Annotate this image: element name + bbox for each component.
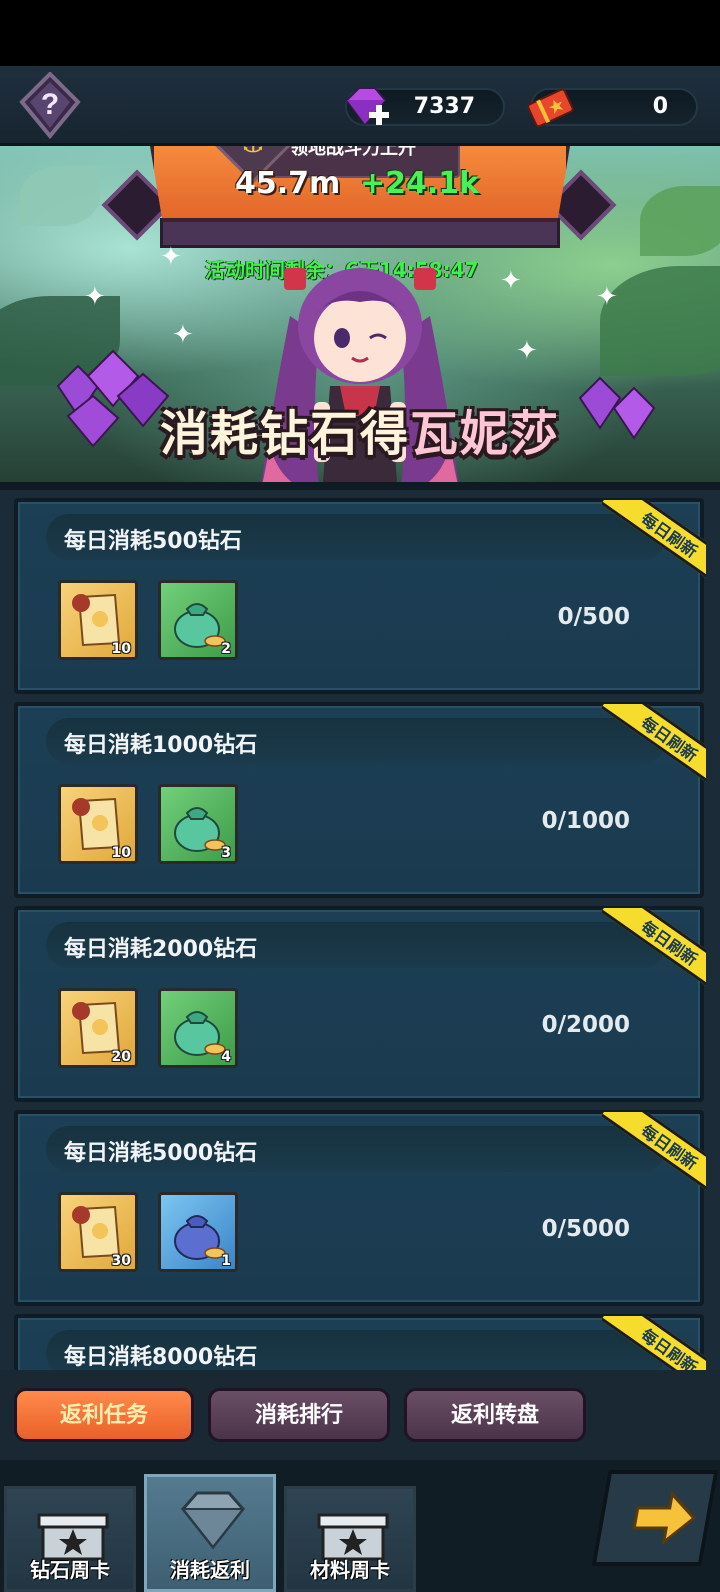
task-title: 每日消耗8000钻石 <box>64 1345 258 1370</box>
reward-count: 30 <box>111 1253 131 1269</box>
task-title: 每日消耗1000钻石 <box>64 733 258 758</box>
diamond-counter[interactable]: 7337 <box>345 87 505 126</box>
svg-text:?: ? <box>41 88 59 121</box>
reward-item-blue-bag[interactable]: 1 <box>158 1192 238 1272</box>
green-bag-icon <box>174 807 226 852</box>
daily-refresh-ribbon: 每日刷新 <box>602 500 706 582</box>
reward-item-green-bag[interactable]: 3 <box>158 784 238 864</box>
foliage-decor <box>20 166 100 226</box>
task-progress: 0/500 <box>557 604 630 630</box>
reward-item-green-bag[interactable]: 2 <box>158 580 238 660</box>
reward-count: 20 <box>111 1049 131 1065</box>
ticket-counter[interactable]: 0 <box>527 88 698 128</box>
task-title-bar: 每日消耗500钻石 <box>46 514 666 560</box>
daily-refresh-ribbon: 每日刷新 <box>602 1112 706 1194</box>
back-button[interactable] <box>591 1470 719 1566</box>
nav-label: 材料周卡 <box>310 1558 390 1582</box>
tab-rebate-tasks[interactable]: 返利任务 <box>14 1388 194 1442</box>
foliage-decor <box>600 266 720 376</box>
tab-rebate-wheel[interactable]: 返利转盘 <box>404 1388 586 1442</box>
headline-part2: 瓦妮莎 <box>410 406 561 462</box>
nav-diamond-weekly-card[interactable]: 钻石周卡 <box>4 1486 136 1592</box>
nav-consumption-rebate[interactable]: 消耗返利 <box>144 1474 276 1592</box>
reward-item-scroll[interactable]: 20 <box>58 988 138 1068</box>
task-title-bar: 每日消耗5000钻石 <box>46 1126 666 1172</box>
green-bag-icon <box>174 1011 226 1056</box>
question-diamond-icon: ? <box>19 71 81 140</box>
reward-count: 3 <box>221 845 231 861</box>
reward-count: 4 <box>221 1049 231 1065</box>
headline-part1: 消耗钻石得 <box>159 406 410 462</box>
ticket-count: 0 <box>652 94 668 119</box>
event-headline: 消耗钻石得瓦妮莎 <box>0 394 720 464</box>
diamond-count: 7337 <box>413 94 475 119</box>
nav-material-weekly-card[interactable]: 材料周卡 <box>284 1486 416 1592</box>
task-progress: 0/5000 <box>541 1216 630 1242</box>
reward-item-scroll[interactable]: 10 <box>58 784 138 864</box>
daily-refresh-ribbon: 每日刷新 <box>602 704 706 786</box>
reward-count: 1 <box>221 1253 231 1269</box>
task-card: 每日消耗5000钻石 每日刷新 30 1 0/5000 <box>14 1110 706 1306</box>
reward-item-scroll[interactable]: 10 <box>58 580 138 660</box>
task-list[interactable]: 每日消耗500钻石 每日刷新 10 2 0/500 每日消耗1000钻石 每日刷… <box>0 490 720 1370</box>
reward-count: 10 <box>111 845 131 861</box>
task-progress: 0/1000 <box>541 808 630 834</box>
reward-item-scroll[interactable]: 30 <box>58 1192 138 1272</box>
help-button[interactable]: ? <box>18 71 82 140</box>
title-plate <box>160 218 560 248</box>
diamond-icon <box>180 1491 246 1550</box>
power-value: 45.7m <box>235 166 341 201</box>
blue-bag-icon <box>174 1215 226 1260</box>
nav-label: 消耗返利 <box>170 1558 250 1582</box>
task-card: 每日消耗8000钻石 每日刷新 <box>14 1314 706 1370</box>
task-title: 每日消耗2000钻石 <box>64 937 258 962</box>
task-title: 每日消耗5000钻石 <box>64 1141 258 1166</box>
sparkle-icon: ✦ <box>84 282 106 312</box>
task-progress: 0/2000 <box>541 1012 630 1038</box>
sparkle-icon: ✦ <box>160 242 182 272</box>
task-card: 每日消耗1000钻石 每日刷新 10 3 0/1000 <box>14 702 706 898</box>
banner-divider <box>0 482 720 490</box>
arrow-right-icon <box>632 1490 697 1546</box>
sparkle-icon: ✦ <box>596 282 618 312</box>
reward-item-green-bag[interactable]: 4 <box>158 988 238 1068</box>
task-title-bar: 每日消耗1000钻石 <box>46 718 666 764</box>
status-bar <box>0 0 720 66</box>
task-title-bar: 每日消耗2000钻石 <box>46 922 666 968</box>
bottom-nav: 钻石周卡 消耗返利 材料周卡 <box>0 1460 720 1592</box>
sparkle-icon: ✦ <box>500 266 522 296</box>
daily-refresh-ribbon: 每日刷新 <box>602 908 706 990</box>
ticket-icon <box>527 88 574 128</box>
daily-refresh-ribbon: 每日刷新 <box>602 1316 706 1370</box>
top-bar: ? 7337 0 <box>0 66 720 146</box>
sub-tab-strip: 返利任务 消耗排行 返利转盘 <box>0 1370 720 1460</box>
event-banner: ⚓ 领地战斗力上升 45.7m +24.1k 活动时间剩余：6天14:58:47… <box>0 146 720 486</box>
power-label: 领地战斗力上升 <box>290 146 416 159</box>
green-bag-icon <box>174 603 226 648</box>
nav-label: 钻石周卡 <box>30 1558 110 1582</box>
diamond-plus-icon <box>345 87 389 126</box>
reward-count: 2 <box>221 641 231 657</box>
power-delta: +24.1k <box>360 166 480 201</box>
sparkle-icon: ✦ <box>516 336 538 366</box>
task-title: 每日消耗500钻石 <box>64 529 242 554</box>
task-card: 每日消耗2000钻石 每日刷新 20 4 0/2000 <box>14 906 706 1102</box>
foliage-decor <box>640 186 720 256</box>
tab-consumption-ranking[interactable]: 消耗排行 <box>208 1388 390 1442</box>
task-card: 每日消耗500钻石 每日刷新 10 2 0/500 <box>14 498 706 694</box>
task-title-bar: 每日消耗8000钻石 <box>46 1330 666 1370</box>
reward-count: 10 <box>111 641 131 657</box>
